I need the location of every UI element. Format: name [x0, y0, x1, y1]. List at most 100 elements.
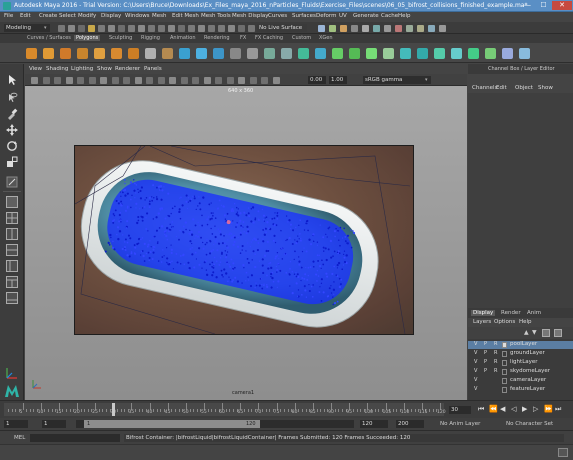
stacked-layout-icon[interactable]	[6, 244, 18, 256]
layer-editor-tab[interactable]: Anim	[525, 310, 543, 316]
viewport-panel[interactable]: 640 x 360 camera1	[25, 86, 467, 400]
shelf-tool-icon[interactable]	[128, 48, 139, 59]
viewport-tool-icon[interactable]	[180, 77, 188, 84]
maximize-button[interactable]: ☐	[536, 1, 551, 10]
viewport-tool-icon[interactable]	[226, 77, 234, 84]
layer-color-swatch[interactable]	[502, 387, 507, 393]
color-space-dropdown[interactable]: sRGB gamma	[363, 76, 431, 84]
layer-name[interactable]: poolLayer	[510, 341, 537, 347]
anim-layer-label[interactable]: No Anim Layer	[440, 421, 480, 427]
viewport-tool-icon[interactable]	[77, 77, 84, 84]
character-set-label[interactable]: No Character Set	[506, 421, 553, 427]
viewport-tool-icon[interactable]	[123, 77, 130, 84]
channel-box-menu-item[interactable]: Channels	[472, 85, 497, 91]
status-tool-icon[interactable]	[98, 25, 105, 32]
end-frame-field[interactable]: 200	[396, 420, 424, 428]
viewport-tool-icon[interactable]	[65, 77, 73, 84]
viewport-tool-icon[interactable]	[272, 77, 280, 84]
shelf-tool-icon[interactable]	[383, 48, 394, 59]
shelf-tool-icon[interactable]	[366, 48, 377, 59]
shelf-tool-icon[interactable]	[60, 48, 71, 59]
shelf-tab[interactable]: Animation	[168, 35, 198, 41]
shelf-tool-icon[interactable]	[196, 48, 207, 59]
shelf-tab[interactable]: Sculpting	[107, 35, 134, 41]
new-layer-selected-icon[interactable]	[554, 329, 562, 337]
layer-row[interactable]: V P RskydomeLayer	[468, 368, 573, 376]
layer-reference-toggle[interactable]: R	[494, 350, 497, 356]
shelf-tab[interactable]: XGen	[317, 35, 335, 41]
time-ruler[interactable]: 5101520253035404550556065707580859095100…	[4, 403, 446, 416]
step-back-frame-icon[interactable]: ◀	[500, 405, 505, 413]
shelf-tool-icon[interactable]	[502, 48, 513, 59]
viewport-tool-icon[interactable]	[111, 77, 119, 84]
menu-item[interactable]: Windows	[125, 13, 150, 19]
viewport-menu-item[interactable]: Show	[97, 66, 112, 72]
status-tool-icon[interactable]	[118, 25, 125, 32]
outliner-layout-icon[interactable]	[6, 260, 18, 272]
new-layer-icon[interactable]	[542, 329, 550, 337]
go-to-start-icon[interactable]: ⏮	[478, 405, 484, 414]
status-tool-icon[interactable]	[148, 25, 155, 32]
layer-reference-toggle[interactable]: R	[494, 359, 497, 365]
select-tool-icon[interactable]	[6, 74, 18, 86]
layer-color-swatch[interactable]	[502, 378, 507, 384]
layer-name[interactable]: skydomeLayer	[510, 368, 550, 374]
status-tool-icon[interactable]	[228, 25, 235, 32]
layer-name[interactable]: groundLayer	[510, 350, 545, 356]
status-tool-icon[interactable]	[198, 25, 205, 32]
status-tool-icon[interactable]	[128, 25, 135, 32]
shelf-tool-icon[interactable]	[400, 48, 411, 59]
layer-visibility-toggle[interactable]: V	[474, 386, 477, 392]
render-tool-icon[interactable]	[384, 25, 391, 32]
layer-playback-toggle[interactable]: P	[484, 350, 487, 356]
move-down-icon[interactable]: ▼	[532, 329, 537, 336]
menu-item[interactable]: Edit Mesh	[172, 13, 199, 19]
shelf-tab[interactable]: FX Caching	[253, 35, 285, 41]
layer-visibility-toggle[interactable]: V	[474, 341, 477, 347]
layer-row[interactable]: V P RpoolLayer	[468, 341, 573, 349]
shelf-tool-icon[interactable]	[264, 48, 275, 59]
channel-box-menu-item[interactable]: Object	[515, 85, 533, 91]
viewport-tool-icon[interactable]	[42, 77, 50, 84]
viewport-tool-icon[interactable]	[261, 77, 268, 84]
mel-label[interactable]: MEL	[14, 435, 25, 441]
current-frame-field[interactable]: 30	[449, 406, 471, 414]
layer-color-swatch[interactable]	[502, 351, 507, 357]
menu-item[interactable]: Mesh Tools	[201, 13, 231, 19]
render-tool-icon[interactable]	[340, 25, 347, 32]
shelf-tab[interactable]: Rigging	[139, 35, 162, 41]
viewport-tool-icon[interactable]	[203, 77, 211, 84]
shelf-tool-icon[interactable]	[434, 48, 445, 59]
render-tool-icon[interactable]	[362, 25, 369, 32]
gamma-value-field[interactable]: 0.00	[308, 76, 326, 84]
viewport-menu-item[interactable]: Lighting	[71, 66, 93, 72]
graph-layout-icon[interactable]	[6, 276, 18, 288]
side-by-side-layout-icon[interactable]	[6, 228, 18, 240]
layer-row[interactable]: V P RlightLayer	[468, 359, 573, 367]
scale-tool-icon[interactable]	[6, 156, 18, 168]
shelf-tool-icon[interactable]	[519, 48, 530, 59]
render-tool-icon[interactable]	[439, 25, 446, 32]
layer-visibility-toggle[interactable]: V	[474, 368, 477, 374]
render-tool-icon[interactable]	[318, 25, 325, 32]
layer-editor-menu-item[interactable]: Layers	[473, 319, 491, 325]
status-tool-icon[interactable]	[238, 25, 245, 32]
render-tool-icon[interactable]	[329, 25, 336, 32]
layer-name[interactable]: featureLayer	[510, 386, 545, 392]
viewport-tool-icon[interactable]	[134, 77, 142, 84]
viewport-tool-icon[interactable]	[157, 77, 165, 84]
menu-item[interactable]: Create	[39, 13, 57, 19]
shelf-tool-icon[interactable]	[417, 48, 428, 59]
shelf-tool-icon[interactable]	[247, 48, 258, 59]
four-pane-layout-icon[interactable]	[6, 212, 18, 224]
shelf-tool-icon[interactable]	[162, 48, 173, 59]
gamma-scale-field[interactable]: 1.00	[329, 76, 347, 84]
move-up-icon[interactable]: ▲	[524, 329, 529, 336]
shelf-tool-icon[interactable]	[468, 48, 479, 59]
menu-item[interactable]: Mesh Display	[232, 13, 269, 19]
shelf-tool-icon[interactable]	[332, 48, 343, 59]
mel-input[interactable]	[30, 434, 120, 442]
shelf-tool-icon[interactable]	[485, 48, 496, 59]
current-time-marker[interactable]	[111, 403, 115, 416]
shelf-tool-icon[interactable]	[230, 48, 241, 59]
